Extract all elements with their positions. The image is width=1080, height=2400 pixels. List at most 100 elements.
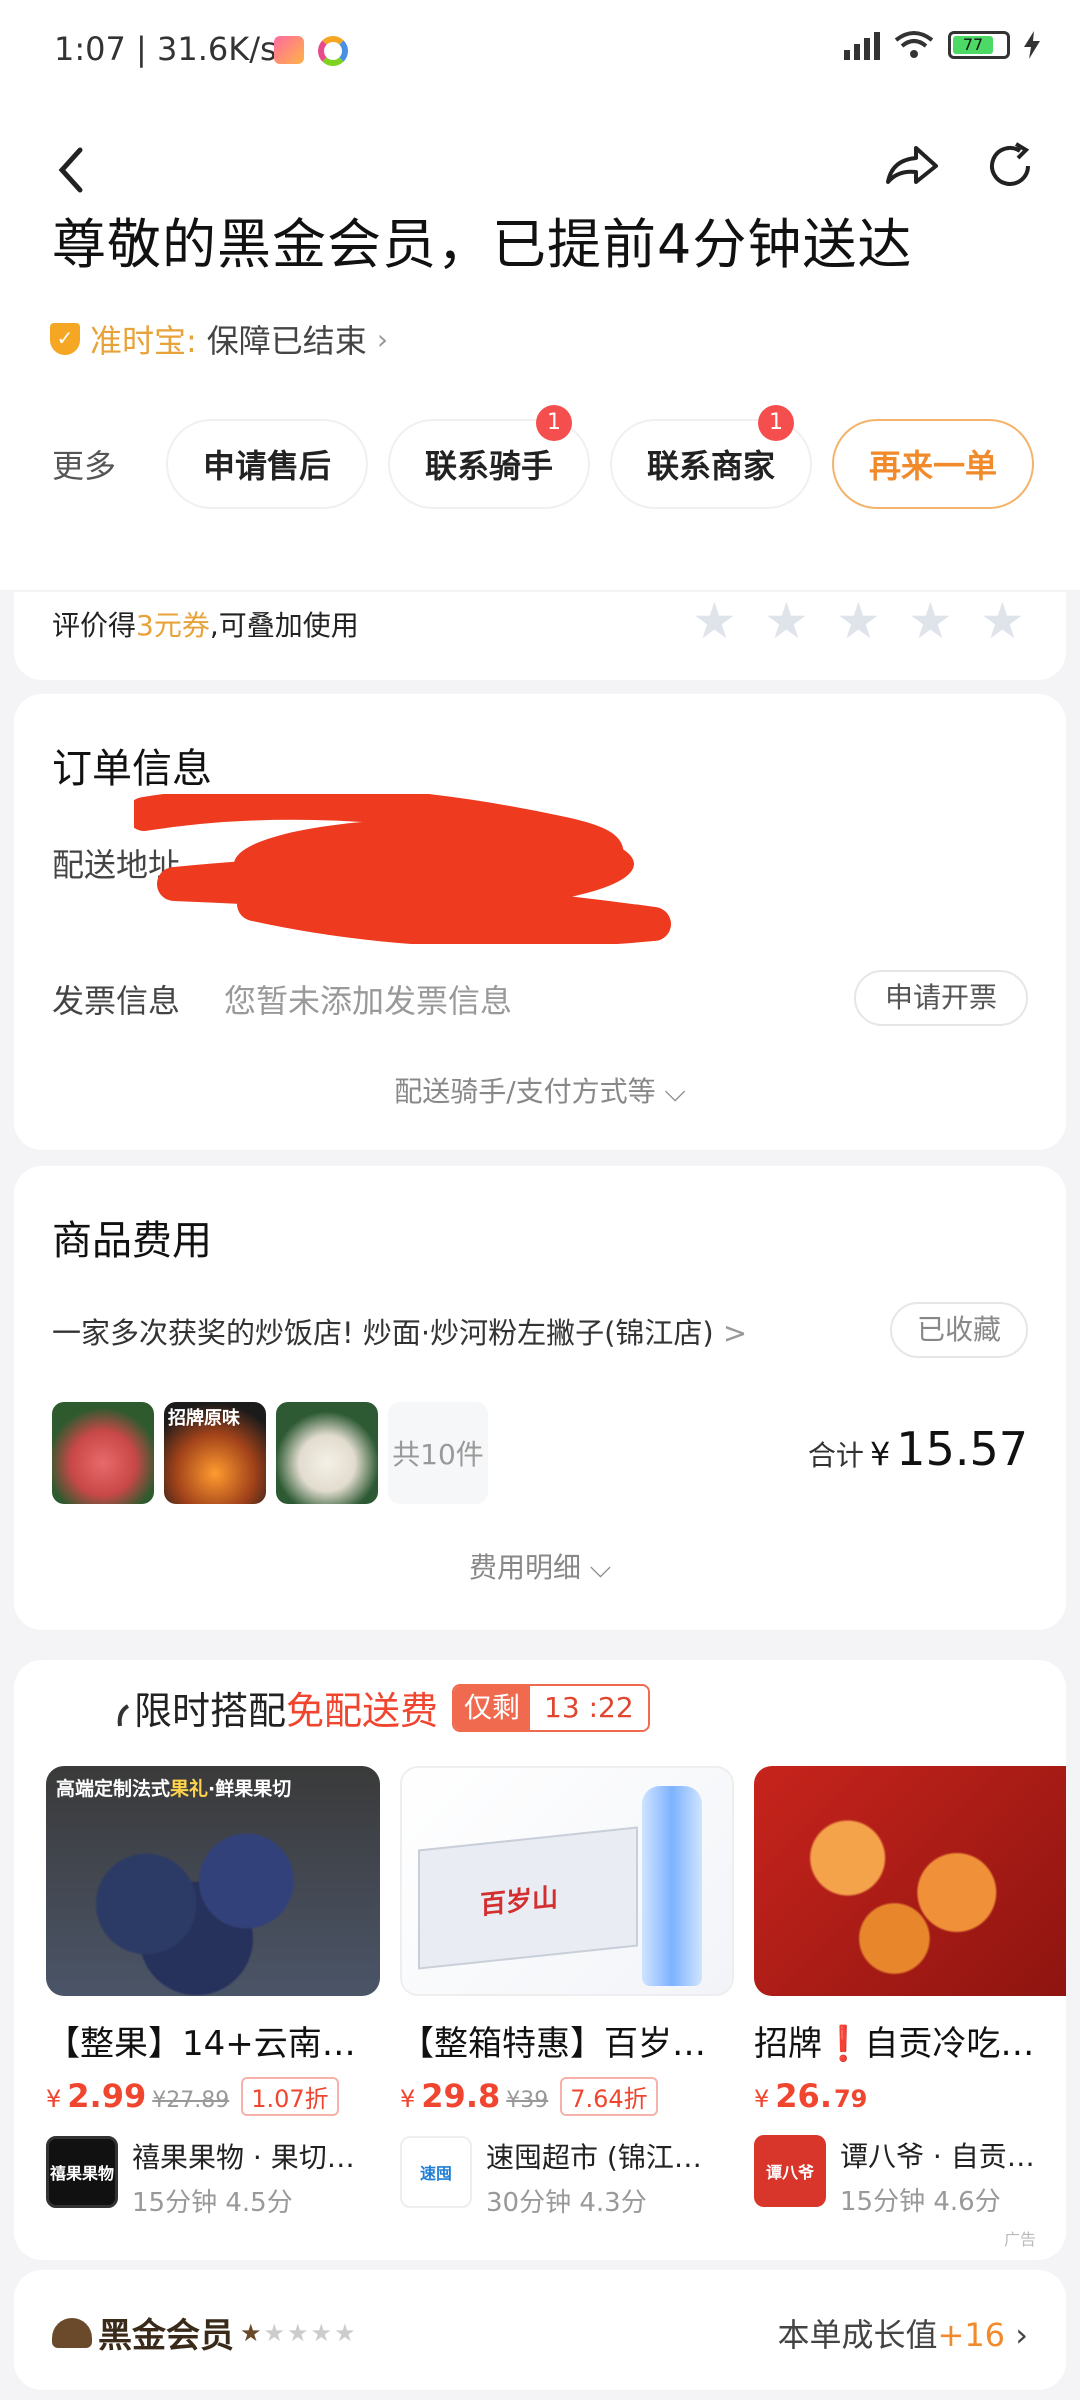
ontime-label: 准时宝:	[90, 322, 197, 360]
product-price: ¥29.8 ¥39 7.64折	[400, 2077, 734, 2116]
notification-badge: 1	[536, 405, 572, 441]
recommended-product[interactable]: 招牌❗自贡冷吃兔… ¥26. 79 谭八爷 谭八爷 · 自贡冷… 15分钟 4.6分	[754, 1766, 1066, 2218]
shop-name: 一家多次获奖的炒饭店! 炒面·炒河粉左撇子(锦江店)	[52, 1316, 714, 1350]
shop-meta: 30分钟 4.3分	[486, 2188, 647, 2218]
notification-badge: 1	[758, 405, 794, 441]
after-sale-label: 申请售后	[202, 447, 331, 485]
decoration-icon	[117, 1704, 130, 1727]
chevron-right-icon: ›	[1015, 2316, 1028, 2354]
product-name: 【整果】14+云南花…	[46, 2024, 380, 2064]
thumbnail-label: 招牌原味	[168, 1408, 240, 1429]
action-bar: 更多 申请售后 联系骑手 1 联系商家 1 再来一单	[52, 405, 1042, 510]
product-image	[754, 1766, 1066, 1996]
invoice-value: 您暂未添加发票信息	[224, 982, 513, 1020]
share-icon[interactable]	[882, 136, 942, 196]
timer-value: 13 :22	[530, 1685, 648, 1730]
charging-icon	[1024, 31, 1040, 59]
battery-icon: 77	[948, 31, 1010, 59]
shop-logo: 速囤	[400, 2136, 472, 2208]
order-status-header: 尊敬的黑金会员，已提前4分钟送达 ✓ 准时宝: 保障已结束 › 更多 申请售后 …	[0, 100, 1080, 590]
contact-merchant-label: 联系商家	[646, 447, 775, 485]
star-icon[interactable]: ★	[692, 596, 742, 646]
review-prompt: 评价得3元券,可叠加使用	[52, 604, 359, 644]
growth-amount: +16	[937, 2316, 1006, 2354]
product-thumbnail	[276, 1402, 378, 1504]
reorder-button[interactable]: 再来一单	[832, 419, 1034, 509]
star-icon[interactable]: ★	[908, 596, 958, 646]
contact-rider-button[interactable]: 联系骑手 1	[388, 405, 590, 509]
product-shop: 速囤 速囤超市 (锦江… 30分钟 4.3分	[400, 2136, 734, 2219]
growth-prefix: 本单成长值	[777, 2316, 938, 2354]
star-icon[interactable]: ★	[764, 596, 814, 646]
price-decimal: 79	[833, 2085, 868, 2113]
contact-rider-label: 联系骑手	[424, 447, 553, 485]
review-prefix: 评价得	[52, 609, 137, 642]
member-level: 黑金会员 ★★★★★	[52, 2308, 358, 2357]
wifi-icon	[894, 31, 934, 58]
product-banner-suffix: ·鲜果果切	[208, 1778, 292, 1800]
product-banner-prefix: 高端定制法式	[56, 1778, 171, 1800]
water-bottle-graphic	[642, 1786, 702, 1986]
product-shop: 谭八爷 谭八爷 · 自贡冷… 15分钟 4.6分	[754, 2135, 1066, 2218]
star-icon[interactable]: ★	[836, 596, 886, 646]
order-details-expand[interactable]: 配送骑手/支付方式等 ⌵	[14, 1070, 1066, 1110]
shop-meta: 15分钟 4.6分	[840, 2187, 1001, 2217]
original-price: ¥39	[506, 2088, 549, 2113]
shield-check-icon: ✓	[50, 323, 80, 355]
item-thumbnails[interactable]: 招牌原味 共10件	[52, 1402, 488, 1504]
order-info-card: 订单信息 配送地址 发票信息 您暂未添加发票信息 申请开票 配送骑手/支付方式等…	[14, 694, 1066, 1150]
fee-details-expand[interactable]: 费用明细 ⌵	[14, 1546, 1066, 1586]
contact-merchant-button[interactable]: 联系商家 1	[610, 405, 812, 509]
recommended-product[interactable]: 百岁山 【整箱特惠】百岁山… ¥29.8 ¥39 7.64折 速囤 速囤超市 (锦江…	[400, 1766, 734, 2219]
product-image: 高端定制法式果礼·鲜果果切	[46, 1766, 380, 1996]
product-box-graphic: 百岁山	[418, 1826, 638, 1970]
ontime-guarantee[interactable]: ✓ 准时宝: 保障已结束 ›	[50, 316, 388, 362]
after-sale-button[interactable]: 申请售后	[166, 419, 368, 509]
product-banner: 高端定制法式果礼·鲜果果切	[56, 1774, 291, 1801]
ontime-value: 保障已结束	[206, 322, 367, 360]
refresh-icon[interactable]	[980, 136, 1040, 196]
back-icon[interactable]	[50, 140, 90, 200]
original-price: ¥27.89	[152, 2088, 230, 2113]
discount-tag: 1.07折	[241, 2077, 339, 2116]
product-image: 百岁山	[400, 1766, 734, 1996]
order-total: 合计 ¥ 15.57	[808, 1422, 1028, 1476]
member-stars: ★★★★★	[240, 2318, 358, 2347]
member-label: 黑金会员	[98, 2316, 234, 2356]
review-card: 评价得3元券,可叠加使用 ★ ★ ★ ★ ★	[14, 592, 1066, 680]
favorited-button[interactable]: 已收藏	[890, 1302, 1028, 1358]
timer-label: 仅剩	[454, 1685, 531, 1730]
price-value: 26.	[775, 2077, 832, 2115]
star-icon[interactable]: ★	[980, 596, 1030, 646]
discount-tag: 7.64折	[560, 2077, 658, 2116]
battery-level: 77	[953, 36, 994, 54]
apply-invoice-button[interactable]: 申请开票	[854, 970, 1028, 1026]
app-notification-icon-2	[318, 36, 348, 66]
recommended-product[interactable]: 高端定制法式果礼·鲜果果切 【整果】14+云南花… ¥2.99 ¥27.89 1.0…	[46, 1766, 380, 2219]
status-time: 1:07 | 31.6K/s	[54, 30, 277, 68]
shop-link[interactable]: 一家多次获奖的炒饭店! 炒面·炒河粉左撇子(锦江店) >	[52, 1310, 747, 1352]
member-card[interactable]: 黑金会员 ★★★★★ 本单成长值+16 ›	[14, 2270, 1066, 2390]
total-label: 合计	[807, 1439, 864, 1472]
product-price: ¥26. 79	[754, 2077, 1066, 2115]
shop-name: 速囤超市 (锦江…	[486, 2141, 702, 2174]
more-button[interactable]: 更多	[52, 441, 166, 487]
status-bar: 1:07 | 31.6K/s 77	[0, 0, 1080, 100]
recommend-title-prefix: 限时搭配	[134, 1689, 287, 1733]
free-delivery-highlight: 免配送费	[286, 1689, 439, 1733]
status-icons: 77	[844, 30, 1040, 60]
product-shop: 禧果果物 禧果果物 · 果切… 15分钟 4.5分	[46, 2136, 380, 2219]
item-count: 共10件	[388, 1402, 488, 1504]
currency-symbol: ¥	[869, 1435, 891, 1473]
product-thumbnail	[52, 1402, 154, 1504]
cowboy-hat-icon	[52, 2317, 92, 2348]
countdown-timer: 仅剩 13 :22	[452, 1683, 650, 1732]
reorder-label: 再来一单	[868, 447, 997, 485]
shop-meta: 15分钟 4.5分	[132, 2188, 293, 2218]
shop-name: 禧果果物 · 果切…	[132, 2141, 355, 2174]
recommendation-card: 限时搭配 免配送费 仅剩 13 :22 高端定制法式果礼·鲜果果切 【整果】14+云…	[14, 1660, 1066, 2260]
review-suffix: ,可叠加使用	[209, 609, 359, 642]
order-info-title: 订单信息	[52, 746, 212, 792]
product-thumbnail: 招牌原味	[164, 1402, 266, 1504]
currency-symbol: ¥	[754, 2085, 770, 2113]
